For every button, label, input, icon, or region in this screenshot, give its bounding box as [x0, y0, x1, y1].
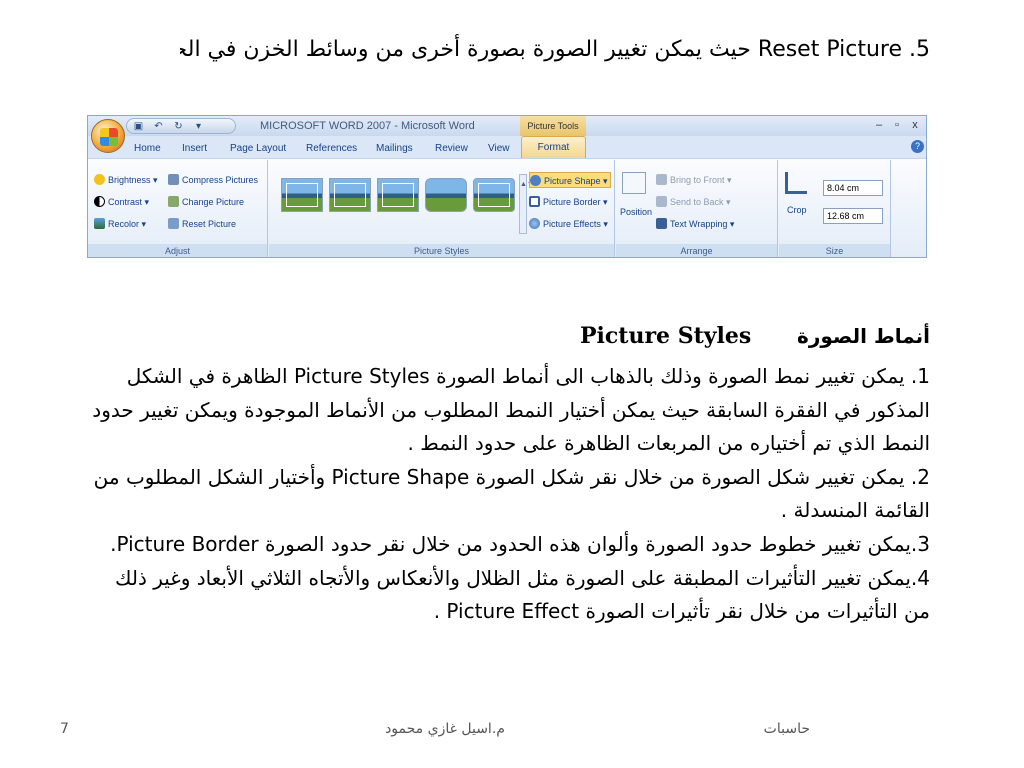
brightness-icon: [94, 174, 105, 185]
picture-shape-label: Picture Shape ▾: [544, 176, 608, 186]
text-wrapping-label: Text Wrapping ▾: [670, 219, 735, 229]
qat-dropdown-icon: ▾: [195, 121, 202, 132]
recolor-label: Recolor ▾: [108, 219, 147, 229]
position-label: Position: [620, 207, 653, 217]
picture-styles-group-label: Picture Styles: [269, 244, 614, 257]
crop-label: Crop: [787, 205, 807, 215]
recolor-icon: [94, 218, 105, 229]
crop-icon: [785, 172, 807, 194]
top-line-text: 5. Reset Picture حيث يمكن تغيير الصورة ب…: [180, 37, 930, 62]
width-field: 12.68 cm: [823, 208, 883, 224]
quick-access-toolbar: ▣ ↶ ↻ ▾: [126, 118, 236, 134]
footer-page-number: 7: [60, 721, 69, 737]
redo-icon: ↻: [174, 121, 183, 132]
send-to-back-button: Send to Back ▾: [656, 194, 731, 210]
send-back-icon: [656, 196, 667, 207]
contrast-icon: [94, 196, 105, 207]
body-paragraphs: 1. يمكن تغيير نمط الصورة وذلك بالذهاب ال…: [86, 360, 930, 700]
picture-tools-title: Picture Tools: [520, 116, 586, 136]
adjust-group: Brightness ▾ Contrast ▾ Recolor ▾ Compre…: [88, 160, 268, 257]
tab-review: Review: [435, 143, 468, 154]
minimize-icon: –: [875, 119, 883, 131]
help-icon: ?: [911, 140, 924, 153]
heading-arabic: أنماط الصورة: [797, 324, 930, 348]
picture-border-label: Picture Border ▾: [543, 197, 608, 207]
style-thumbnail: [377, 178, 419, 212]
paragraph-3: 3.يمكن تغيير خطوط حدود الصورة وألوان هذه…: [110, 531, 930, 556]
change-picture-button: Change Picture: [168, 194, 244, 210]
section-heading: أنماط الصورة Picture Styles: [560, 318, 930, 358]
save-icon: ▣: [133, 121, 144, 132]
tab-view: View: [488, 143, 510, 154]
style-thumbnail: [281, 178, 323, 212]
border-icon: [529, 196, 540, 207]
paragraph-2: 2. يمكن تغيير شكل الصورة من خلال نقر شكل…: [93, 464, 930, 523]
adjust-group-label: Adjust: [88, 244, 267, 257]
picture-styles-group: ▲▼▾ Picture Shape ▾ Picture Border ▾ Pic…: [269, 160, 615, 257]
ribbon-tabs: Home Insert Page Layout References Maili…: [88, 136, 926, 158]
brightness-button: Brightness ▾: [94, 172, 158, 188]
bring-to-front-label: Bring to Front ▾: [670, 175, 732, 185]
office-button: [91, 119, 125, 153]
text-wrapping-button: Text Wrapping ▾: [656, 216, 734, 232]
reset-picture-label: Reset Picture: [182, 219, 237, 229]
footer-author: م.اسيل غازي محمود: [385, 721, 505, 737]
recolor-button: Recolor ▾: [94, 216, 146, 232]
close-icon: x: [912, 119, 918, 131]
word-ribbon-screenshot: ▣ ↶ ↻ ▾ MICROSOFT WORD 2007 - Microsoft …: [87, 115, 927, 258]
tab-references: References: [306, 143, 358, 154]
change-picture-label: Change Picture: [182, 197, 245, 207]
tab-format: Format: [521, 136, 586, 158]
style-thumbnail: [329, 178, 371, 212]
tab-page-layout: Page Layout: [230, 143, 287, 154]
heading-english: Picture Styles: [580, 323, 752, 349]
picture-effects-label: Picture Effects ▾: [543, 219, 608, 229]
bring-to-front-button: Bring to Front ▾: [656, 172, 732, 188]
window-title: MICROSOFT WORD 2007 - Microsoft Word: [260, 120, 475, 132]
reset-picture-button: Reset Picture: [168, 216, 236, 232]
brightness-label: Brightness ▾: [108, 175, 158, 185]
contrast-button: Contrast ▾: [94, 194, 149, 210]
restore-icon: ▫: [895, 119, 899, 131]
contrast-label: Contrast ▾: [108, 197, 150, 207]
position-icon: [622, 172, 646, 194]
height-field: 8.04 cm: [823, 180, 883, 196]
office-logo-icon: [100, 128, 118, 146]
compress-icon: [168, 174, 179, 185]
arrange-group-label: Arrange: [616, 244, 777, 257]
text-wrap-icon: [656, 218, 667, 229]
paragraph-1: 1. يمكن تغيير نمط الصورة وذلك بالذهاب ال…: [92, 364, 930, 456]
effects-icon: [529, 218, 540, 229]
tab-insert: Insert: [182, 143, 208, 154]
tab-home: Home: [134, 143, 161, 154]
undo-icon: ↶: [154, 121, 163, 132]
picture-border-button: Picture Border ▾: [529, 194, 608, 210]
title-bar: ▣ ↶ ↻ ▾ MICROSOFT WORD 2007 - Microsoft …: [88, 116, 926, 136]
shape-icon: [530, 175, 541, 186]
tab-mailings: Mailings: [376, 143, 413, 154]
compress-pictures-button: Compress Pictures: [168, 172, 258, 188]
change-picture-icon: [168, 196, 179, 207]
style-thumbnail: [425, 178, 467, 212]
footer-subject: حاسبات: [763, 721, 810, 737]
reset-picture-icon: [168, 218, 179, 229]
picture-shape-button: Picture Shape ▾: [529, 172, 611, 188]
size-group-label: Size: [779, 244, 890, 257]
paragraph-4: 4.يمكن تغيير التأثيرات المطبقة على الصور…: [115, 565, 930, 624]
arrange-group: Position Bring to Front ▾ Send to Back ▾…: [616, 160, 778, 257]
compress-label: Compress Pictures: [182, 175, 259, 185]
size-group: Crop 8.04 cm 12.68 cm Size: [779, 160, 891, 257]
bring-front-icon: [656, 174, 667, 185]
send-to-back-label: Send to Back ▾: [670, 197, 731, 207]
gallery-scroll: ▲▼▾: [519, 174, 537, 234]
style-thumbnail: [473, 178, 515, 212]
picture-effects-button: Picture Effects ▾: [529, 216, 608, 232]
